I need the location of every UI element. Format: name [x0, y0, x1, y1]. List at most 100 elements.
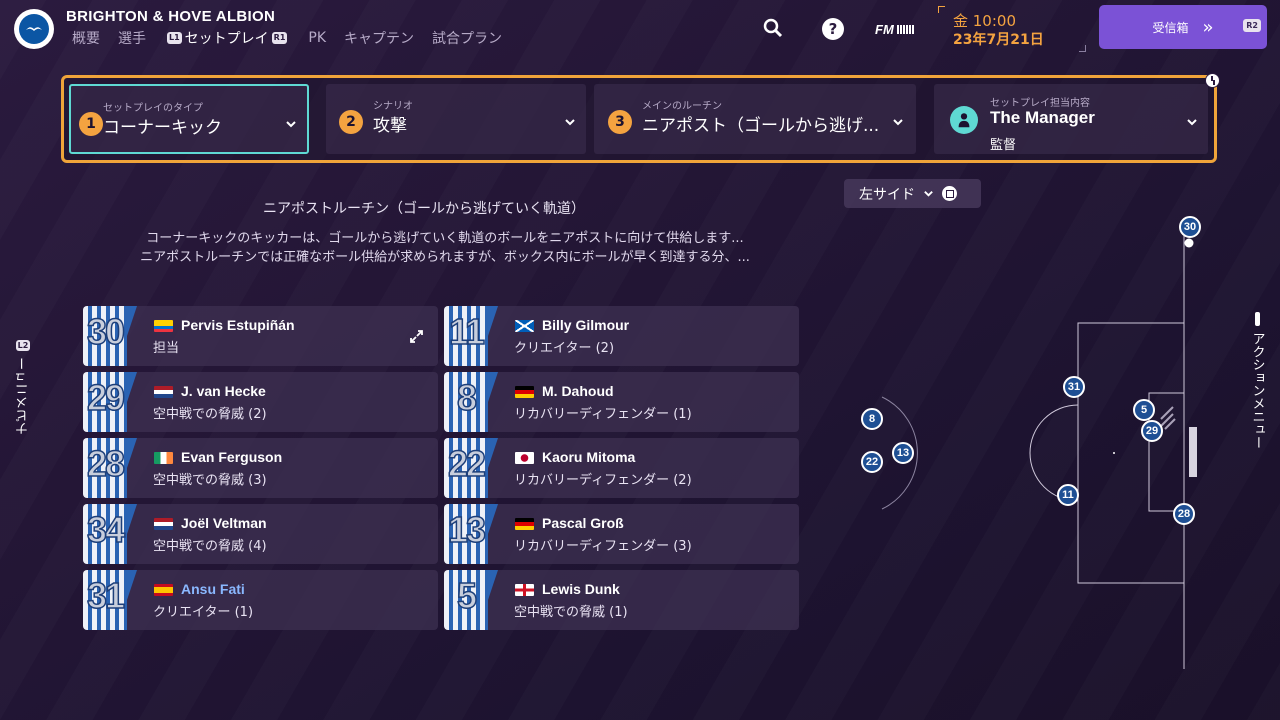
side-select-dropdown[interactable]: 左サイド [844, 179, 981, 208]
tab-match-plans[interactable]: 試合プラン [432, 28, 502, 48]
player-marker[interactable]: 5 [1133, 399, 1155, 421]
chevron-down-icon [565, 119, 575, 126]
step-1-badge: 1 [79, 112, 103, 136]
expand-icon[interactable] [410, 328, 423, 343]
player-card[interactable]: 13 Pascal Groß リカバリーディフェンダー (3) [444, 504, 799, 564]
player-marker[interactable]: 30 [1179, 216, 1201, 238]
ecuador-flag-icon [154, 320, 173, 332]
description-line-1: コーナーキックのキッカーは、ゴールから逃げていく軌道のボールをニアポストに向けて… [146, 231, 744, 246]
player-card[interactable]: 22 Kaoru Mitoma リカバリーディフェンダー (2) [444, 438, 799, 498]
r2-key-hint: R2 [1243, 19, 1261, 32]
player-role: リカバリーディフェンダー (2) [514, 473, 692, 488]
player-marker[interactable]: 29 [1141, 420, 1163, 442]
setpiece-taker-dropdown[interactable]: セットプレイ担当内容 The Manager 監督 [934, 84, 1208, 154]
player-role: クリエイター (2) [514, 341, 615, 356]
player-role: 担当 [153, 341, 180, 356]
player-card[interactable]: 28 Evan Ferguson 空中戦での脅威 (3) [83, 438, 438, 498]
routine-description: コーナーキックのキッカーは、ゴールから逃げていく軌道のボールをニアポストに向けて… [90, 229, 800, 267]
player-role: リカバリーディフェンダー (1) [514, 407, 692, 422]
player-name[interactable]: J. van Hecke [181, 383, 266, 399]
player-role: 空中戦での脅威 (3) [153, 473, 267, 488]
player-name[interactable]: Evan Ferguson [181, 449, 282, 465]
player-name[interactable]: Joël Veltman [181, 515, 267, 531]
setpiece-selector-bar: 1 セットプレイのタイプ コーナーキック 2 シナリオ 攻撃 3 メインのルーチ… [61, 75, 1217, 163]
chevron-down-icon [893, 119, 903, 126]
scenario-caption: シナリオ [373, 101, 413, 112]
player-marker[interactable]: 22 [861, 451, 883, 473]
description-line-2: ニアポストルーチンでは正確なボール供給が求められますが、ボックス内にボールが早く… [140, 250, 750, 265]
japan-flag-icon [515, 452, 534, 464]
player-card[interactable]: 31 Ansu Fati クリエイター (1) [83, 570, 438, 630]
r1-key-hint: R1 [271, 32, 288, 44]
routine-title: ニアポストルーチン（ゴールから逃げていく軌道） [263, 201, 585, 217]
game-date[interactable]: 金 10:00 23年7月21日 [938, 6, 1086, 52]
chevron-down-icon [924, 191, 933, 197]
shirt-number: 22 [447, 442, 487, 485]
tab-players[interactable]: 選手 [118, 28, 146, 48]
player-name[interactable]: Lewis Dunk [542, 581, 620, 597]
fm-bars-icon [896, 25, 914, 34]
player-marker[interactable]: 31 [1063, 376, 1085, 398]
player-card[interactable]: 30 Pervis Estupiñán 担当 [83, 306, 438, 366]
player-marker[interactable]: 28 [1173, 503, 1195, 525]
action-menu-toggle[interactable]: アクションメニュー [1248, 312, 1266, 449]
player-marker[interactable]: 11 [1057, 484, 1079, 506]
player-role: 空中戦での脅威 (4) [153, 539, 267, 554]
player-name[interactable]: Kaoru Mitoma [542, 449, 635, 465]
scenario-dropdown[interactable]: 2 シナリオ 攻撃 [326, 84, 586, 154]
setpiece-type-value: コーナーキック [103, 118, 222, 138]
netherlands-flag-icon [154, 518, 173, 530]
inbox-button[interactable]: 受信箱 » R2 [1099, 5, 1267, 49]
main-routine-value: ニアポスト（ゴールから逃げ... [642, 116, 880, 136]
player-role: クリエイター (1) [153, 605, 254, 620]
square-button-icon [942, 186, 957, 201]
player-name[interactable]: Pervis Estupiñán [181, 317, 295, 333]
setpiece-type-caption: セットプレイのタイプ [103, 103, 203, 114]
club-name: BRIGHTON & HOVE ALBION [66, 8, 276, 25]
pitch-lines [868, 235, 1197, 670]
germany-flag-icon [515, 386, 534, 398]
shirt-number: 28 [86, 442, 126, 485]
fm-logo[interactable]: FM [875, 22, 914, 37]
player-card[interactable]: 11 Billy Gilmour クリエイター (2) [444, 306, 799, 366]
date-date: 23年7月21日 [953, 32, 1044, 48]
netherlands-flag-icon [154, 386, 173, 398]
germany-flag-icon [515, 518, 534, 530]
main-routine-caption: メインのルーチン [642, 101, 722, 112]
shirt-number: 11 [448, 310, 486, 353]
player-name[interactable]: Billy Gilmour [542, 317, 629, 333]
setpiece-type-dropdown[interactable]: 1 セットプレイのタイプ コーナーキック [69, 84, 309, 154]
inbox-label: 受信箱 [1152, 20, 1189, 35]
tab-setpieces[interactable]: L1 セットプレイ R1 [164, 28, 290, 48]
main-routine-dropdown[interactable]: 3 メインのルーチン ニアポスト（ゴールから逃げ... [594, 84, 916, 154]
tab-penalties[interactable]: PK [308, 30, 326, 46]
double-chevron-icon: » [1202, 16, 1214, 38]
player-card[interactable]: 5 Lewis Dunk 空中戦での脅威 (1) [444, 570, 799, 630]
player-card[interactable]: 8 M. Dahoud リカバリーディフェンダー (1) [444, 372, 799, 432]
top-nav: 概要 選手 L1 セットプレイ R1 PK キャプテン 試合プラン [72, 28, 520, 48]
shirt-number: 34 [86, 508, 126, 551]
search-icon[interactable] [763, 18, 783, 38]
player-name[interactable]: Ansu Fati [181, 581, 245, 597]
clock-icon [1205, 73, 1220, 88]
player-card[interactable]: 34 Joël Veltman 空中戦での脅威 (4) [83, 504, 438, 564]
club-crest [14, 9, 54, 49]
player-name[interactable]: M. Dahoud [542, 383, 614, 399]
l2-key-hint: L2 [15, 340, 31, 351]
help-icon[interactable]: ? [822, 18, 844, 40]
player-marker[interactable]: 8 [861, 408, 883, 430]
player-marker[interactable]: 13 [892, 442, 914, 464]
pitch-diagram: 30 31 5 29 8 13 22 11 28 [820, 215, 1201, 675]
player-name[interactable]: Pascal Groß [542, 515, 624, 531]
shirt-number: 5 [456, 574, 478, 617]
nav-menu-toggle[interactable]: L2 ナビメニュー [14, 340, 32, 435]
shirt-number: 29 [86, 376, 126, 419]
shirt-number: 13 [447, 508, 487, 551]
date-time: 金 10:00 [953, 12, 1016, 30]
player-card[interactable]: 29 J. van Hecke 空中戦での脅威 (2) [83, 372, 438, 432]
england-flag-icon [515, 584, 534, 596]
scotland-flag-icon [515, 320, 534, 332]
tab-overview[interactable]: 概要 [72, 28, 100, 48]
tab-captains[interactable]: キャプテン [344, 28, 414, 48]
step-2-badge: 2 [339, 110, 363, 134]
